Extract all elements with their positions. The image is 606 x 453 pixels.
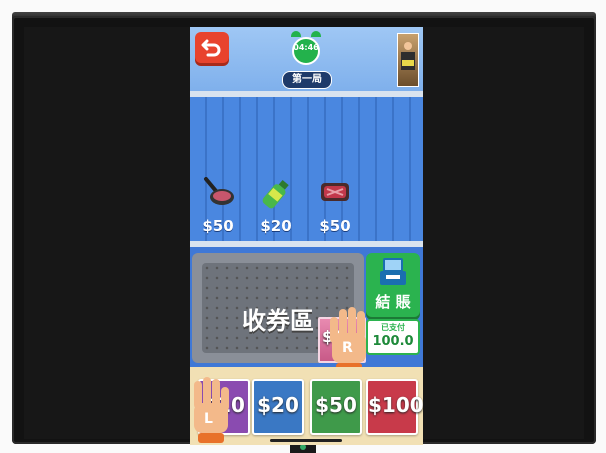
game-viewport: 04:46 第一局 $50 $20 $50 收券區 結 賬 已支付 100.0 … <box>190 27 423 445</box>
top-bar: 04:46 第一局 <box>190 27 423 91</box>
bill-50-label: $50 <box>315 393 357 417</box>
checkout-label: 結 賬 <box>375 293 411 311</box>
bill-100-label: $100 <box>368 393 423 417</box>
checkout-button[interactable]: 結 賬 <box>366 253 420 317</box>
back-button[interactable] <box>195 32 229 63</box>
cash-register-icon <box>380 258 406 285</box>
paid-amount: 100.0 <box>372 334 414 349</box>
left-hand-icon[interactable]: L <box>190 377 234 445</box>
timer-text: 04:46 <box>293 43 319 52</box>
bill-100[interactable]: $100 <box>366 379 423 435</box>
paid-display: 已支付 100.0 <box>366 319 420 355</box>
bottle-item[interactable] <box>256 177 296 215</box>
home-indicator <box>270 439 342 442</box>
paid-label: 已支付 <box>381 323 405 332</box>
bill-20-label: $20 <box>257 393 299 417</box>
frying-pan-icon <box>204 177 234 205</box>
bill-20[interactable]: $20 <box>252 379 304 435</box>
meat-item[interactable] <box>315 177 355 211</box>
bottle-price: $20 <box>260 217 292 235</box>
left-hand-label: L <box>204 411 213 427</box>
frying-pan-price: $50 <box>202 217 234 235</box>
alarm-clock-icon: 04:46 <box>290 31 322 65</box>
avatar[interactable] <box>397 33 419 87</box>
meat-icon <box>321 183 349 201</box>
bill-50[interactable]: $50 <box>310 379 362 435</box>
frying-pan-item[interactable] <box>198 177 238 213</box>
right-hand-label: R <box>342 340 353 356</box>
bottle-icon <box>262 179 289 209</box>
shelf-rail-bottom <box>190 241 423 247</box>
meat-price: $50 <box>319 217 351 235</box>
undo-arrow-icon <box>201 39 221 57</box>
round-badge: 第一局 <box>282 71 332 89</box>
